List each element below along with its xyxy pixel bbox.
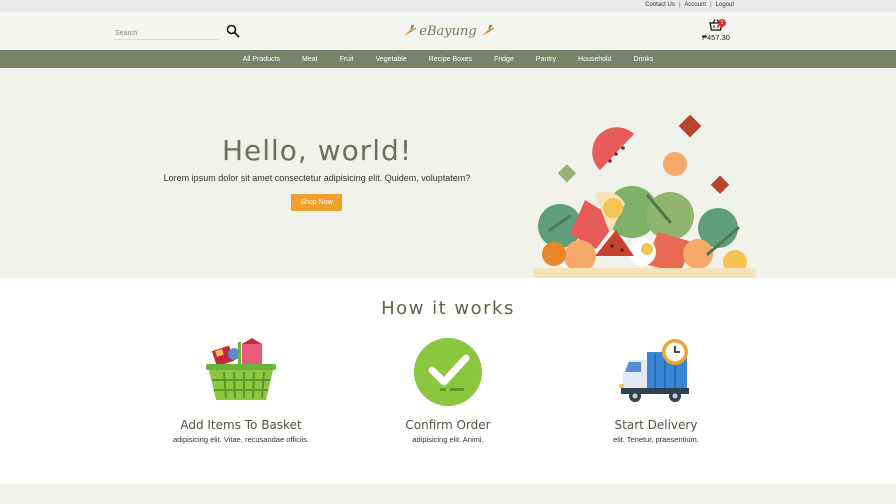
hero-banner: Hello, world! Lorem ipsum dolor sit amet… — [0, 68, 896, 278]
step-text: adipisicing elit. Vitae, recusandae offi… — [172, 435, 310, 444]
step-confirm-order: Confirm Order adipisicing elit. Animi. — [343, 338, 553, 444]
nav-item-all-products[interactable]: All Products — [232, 56, 291, 63]
check-circle-icon — [414, 338, 482, 406]
step-title: Start Delivery — [614, 418, 698, 432]
link-separator: | — [678, 2, 681, 8]
top-links: Contact Us | Account | Logout — [645, 2, 734, 8]
link-separator: | — [710, 2, 712, 8]
section-title: How it works — [381, 298, 515, 319]
salad-bowl-illustration — [534, 114, 756, 278]
carrot-icon — [481, 24, 494, 36]
search-input[interactable] — [113, 25, 219, 42]
category-nav: All Products Meat Fruit Vegetable Recipe… — [0, 50, 896, 68]
cart[interactable]: 1 ₱457.30 — [702, 18, 736, 48]
nav-item-meat[interactable]: Meat — [291, 56, 329, 63]
contact-us-link[interactable]: Contact Us — [645, 2, 675, 8]
footer-strip — [0, 484, 896, 504]
basket-icon — [206, 338, 276, 400]
step-title: Confirm Order — [405, 418, 491, 432]
delivery-truck-icon — [619, 339, 689, 402]
nav-item-household[interactable]: Household — [567, 56, 622, 63]
step-title: Add Items To Basket — [180, 418, 302, 432]
logo-text: eBayung — [419, 23, 477, 39]
search-icon[interactable] — [226, 24, 240, 38]
how-it-works-section: How it works Add Items To Basket adipisi… — [0, 278, 896, 484]
cart-count-badge: 1 — [718, 19, 726, 27]
header: eBayung 1 ₱457.30 — [0, 12, 896, 50]
search-box — [113, 22, 219, 42]
nav-item-recipe-boxes[interactable]: Recipe Boxes — [418, 56, 483, 63]
nav-item-fruit[interactable]: Fruit — [329, 56, 365, 63]
nav-item-fridge[interactable]: Fridge — [483, 56, 525, 63]
logout-link[interactable]: Logout — [716, 2, 734, 8]
step-text: adipisicing elit. Animi. — [412, 435, 484, 444]
carrot-icon — [404, 24, 417, 36]
step-text: elit. Tenetur, praesentium. — [613, 435, 699, 444]
step-start-delivery: Start Delivery elit. Tenetur, praesentiu… — [551, 338, 761, 444]
nav-item-drinks[interactable]: Drinks — [622, 56, 664, 63]
nav-item-pantry[interactable]: Pantry — [525, 56, 567, 63]
nav-item-vegetable[interactable]: Vegetable — [365, 56, 418, 63]
step-add-items: Add Items To Basket adipisicing elit. Vi… — [136, 338, 346, 444]
logo[interactable]: eBayung — [398, 20, 498, 42]
top-bar: Contact Us | Account | Logout — [0, 0, 896, 12]
cart-total: ₱457.30 — [702, 33, 730, 42]
account-link[interactable]: Account — [684, 2, 706, 8]
shop-now-button[interactable]: Shop Now — [291, 194, 342, 211]
